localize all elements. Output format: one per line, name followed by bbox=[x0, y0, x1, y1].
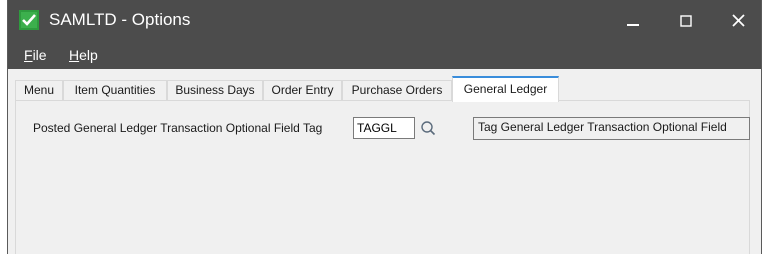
menu-file-accel: F bbox=[24, 47, 33, 63]
tab-item-quantities[interactable]: Item Quantities bbox=[63, 80, 167, 101]
tab-general-ledger[interactable]: General Ledger bbox=[452, 76, 559, 102]
close-button[interactable] bbox=[715, 0, 761, 41]
minimize-icon bbox=[627, 23, 639, 26]
menu-help-accel: H bbox=[69, 47, 80, 63]
tab-purchase-orders[interactable]: Purchase Orders bbox=[342, 80, 452, 101]
maximize-icon bbox=[680, 14, 692, 27]
close-icon bbox=[731, 14, 745, 27]
tab-order-entry[interactable]: Order Entry bbox=[263, 80, 342, 101]
menu-bar: File Help bbox=[8, 41, 761, 69]
options-window: SAMLTD - Options File Help Menu Item Qua… bbox=[7, 0, 762, 254]
magnifier-icon bbox=[421, 121, 436, 136]
tab-menu[interactable]: Menu bbox=[15, 80, 63, 101]
tab-business-days[interactable]: Business Days bbox=[167, 80, 263, 101]
menu-help-label: elp bbox=[79, 47, 98, 63]
finder-button[interactable] bbox=[417, 117, 439, 139]
menu-file-label: ile bbox=[32, 47, 47, 63]
optional-field-description: Tag General Ledger Transaction Optional … bbox=[473, 117, 750, 140]
gl-optional-field-tag-label: Posted General Ledger Transaction Option… bbox=[33, 121, 323, 135]
sage-checkmark-icon bbox=[19, 10, 39, 30]
menu-help[interactable]: Help bbox=[69, 46, 98, 64]
tab-strip: Menu Item Quantities Business Days Order… bbox=[15, 76, 750, 102]
menu-file[interactable]: File bbox=[24, 46, 47, 64]
minimize-button[interactable] bbox=[610, 0, 656, 41]
maximize-button[interactable] bbox=[663, 0, 709, 41]
gl-optional-field-tag-input[interactable] bbox=[353, 117, 415, 139]
window-title: SAMLTD - Options bbox=[49, 10, 191, 29]
title-bar[interactable]: SAMLTD - Options bbox=[8, 0, 761, 41]
